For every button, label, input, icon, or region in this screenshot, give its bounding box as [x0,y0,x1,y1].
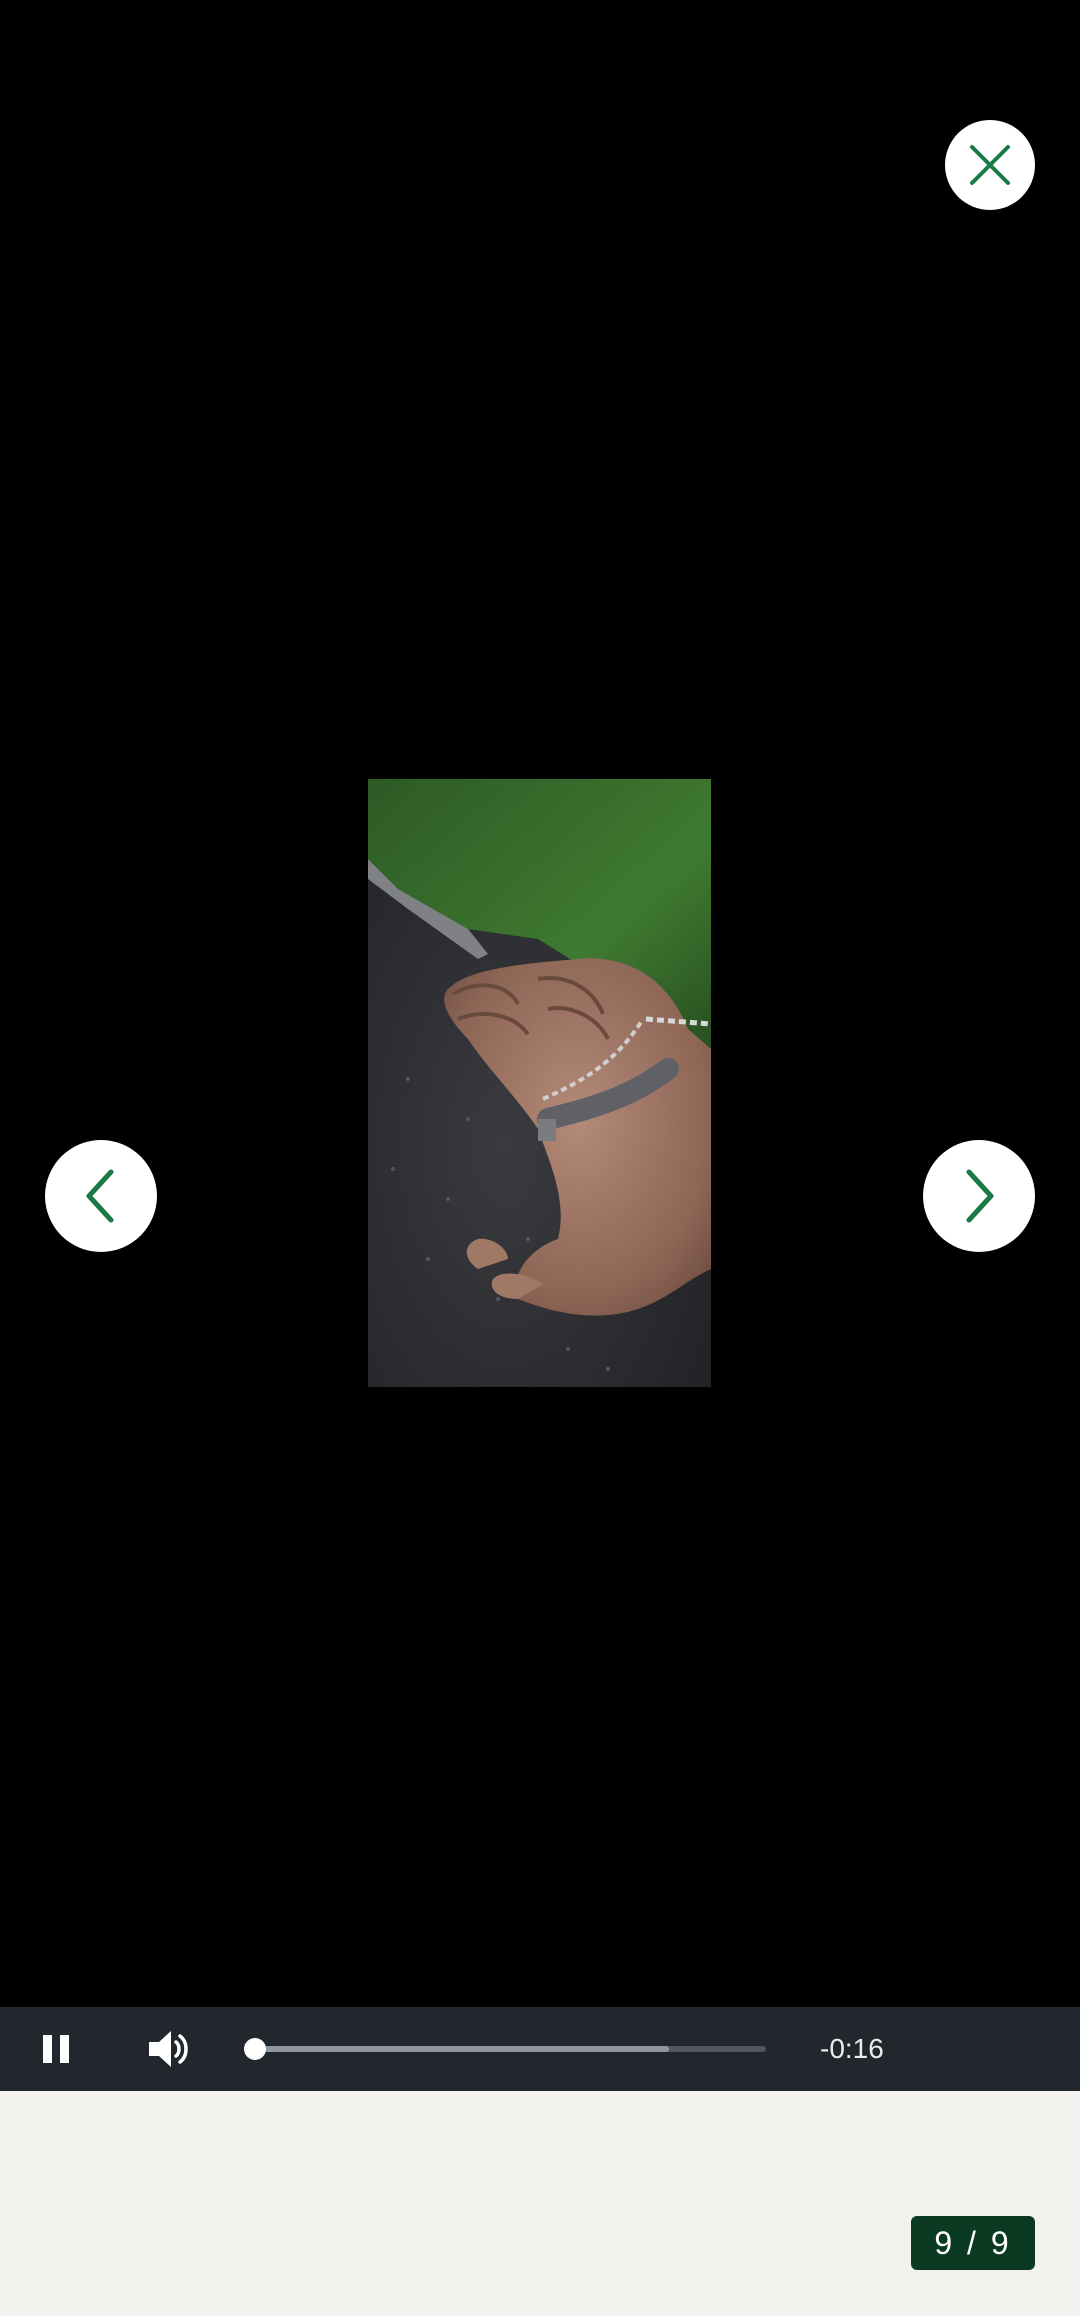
next-button[interactable] [923,1140,1035,1252]
volume-button[interactable] [145,2025,193,2073]
pause-icon [43,2035,69,2063]
pause-button[interactable] [36,2027,76,2071]
time-remaining: -0:16 [820,2033,884,2064]
progress-slider[interactable] [244,2027,766,2071]
gallery-counter: 9 / 9 [911,2216,1035,2270]
chevron-left-icon [86,1169,114,1223]
chevron-right-icon [966,1169,994,1223]
video-frame[interactable] [368,779,711,1387]
close-icon [970,145,1010,185]
close-button[interactable] [945,120,1035,210]
dog-video-image [368,779,711,1387]
progress-thumb[interactable] [244,2038,266,2060]
progress-buffered [254,2046,669,2052]
video-controls: -0:16 [0,2007,1080,2091]
volume-icon [149,2031,188,2067]
media-viewer [0,0,1080,2007]
gallery-footer [0,2091,1080,2316]
previous-button[interactable] [45,1140,157,1252]
